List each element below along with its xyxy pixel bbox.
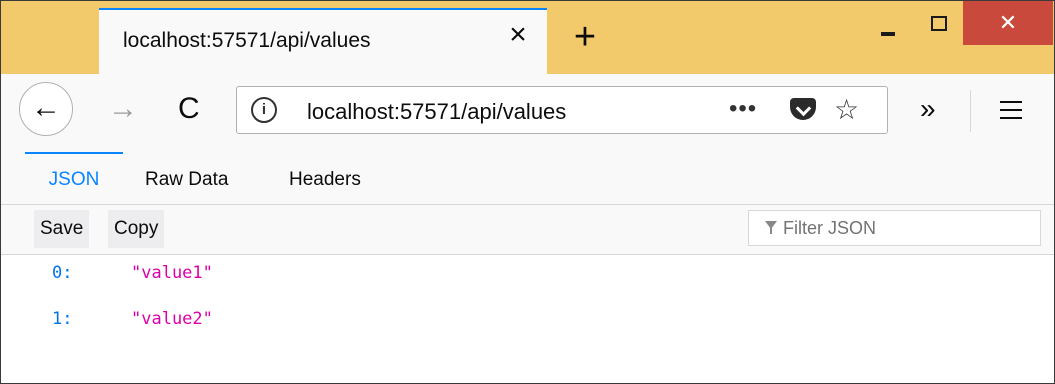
- tab-close-icon[interactable]: ×: [503, 20, 533, 50]
- json-row[interactable]: 1: "value2": [1, 309, 1054, 339]
- json-toolbar: Save Copy Filter JSON: [1, 205, 1054, 255]
- window-close-button[interactable]: ✕: [963, 1, 1053, 45]
- title-bar: localhost:57571/api/values × + ✕: [1, 1, 1054, 74]
- bookmark-star-icon[interactable]: ☆: [834, 93, 859, 126]
- filter-placeholder: Filter JSON: [783, 218, 877, 238]
- filter-icon: [765, 221, 777, 234]
- json-value: "value2": [131, 309, 213, 329]
- url-text[interactable]: localhost:57571/api/values: [307, 99, 566, 125]
- forward-button[interactable]: →: [108, 91, 138, 127]
- json-value: "value1": [131, 263, 213, 283]
- tab-json[interactable]: JSON: [25, 152, 123, 204]
- hamburger-menu-icon[interactable]: [1000, 101, 1022, 119]
- filter-json-input[interactable]: Filter JSON: [748, 210, 1041, 246]
- minimize-button[interactable]: [863, 1, 913, 45]
- back-button[interactable]: ←: [19, 82, 73, 136]
- browser-window: localhost:57571/api/values × + ✕ ← → C i…: [0, 0, 1055, 384]
- url-bar[interactable]: i localhost:57571/api/values ••• ☆: [236, 86, 888, 134]
- info-icon[interactable]: i: [251, 97, 277, 123]
- tab-title: localhost:57571/api/values: [123, 29, 371, 52]
- new-tab-button[interactable]: +: [567, 18, 603, 56]
- overflow-menu-icon[interactable]: »: [920, 94, 936, 124]
- json-content: 0: "value1" 1: "value2": [1, 255, 1054, 383]
- pocket-icon[interactable]: [790, 98, 816, 120]
- toolbar-separator: [970, 90, 971, 132]
- browser-tab[interactable]: localhost:57571/api/values ×: [99, 8, 547, 74]
- tab-headers[interactable]: Headers: [289, 152, 361, 204]
- save-button[interactable]: Save: [34, 210, 90, 248]
- navigation-bar: ← → C i localhost:57571/api/values ••• ☆…: [1, 74, 1054, 153]
- reload-button[interactable]: C: [178, 91, 200, 127]
- page-actions-icon[interactable]: •••: [729, 95, 757, 123]
- tab-raw-data[interactable]: Raw Data: [145, 152, 228, 204]
- json-key: 1:: [52, 309, 73, 329]
- json-row[interactable]: 0: "value1": [1, 263, 1054, 293]
- maximize-button[interactable]: [913, 1, 963, 45]
- copy-button[interactable]: Copy: [108, 210, 165, 248]
- json-key: 0:: [52, 263, 73, 283]
- json-viewer-tabs: JSON Raw Data Headers: [1, 152, 1054, 205]
